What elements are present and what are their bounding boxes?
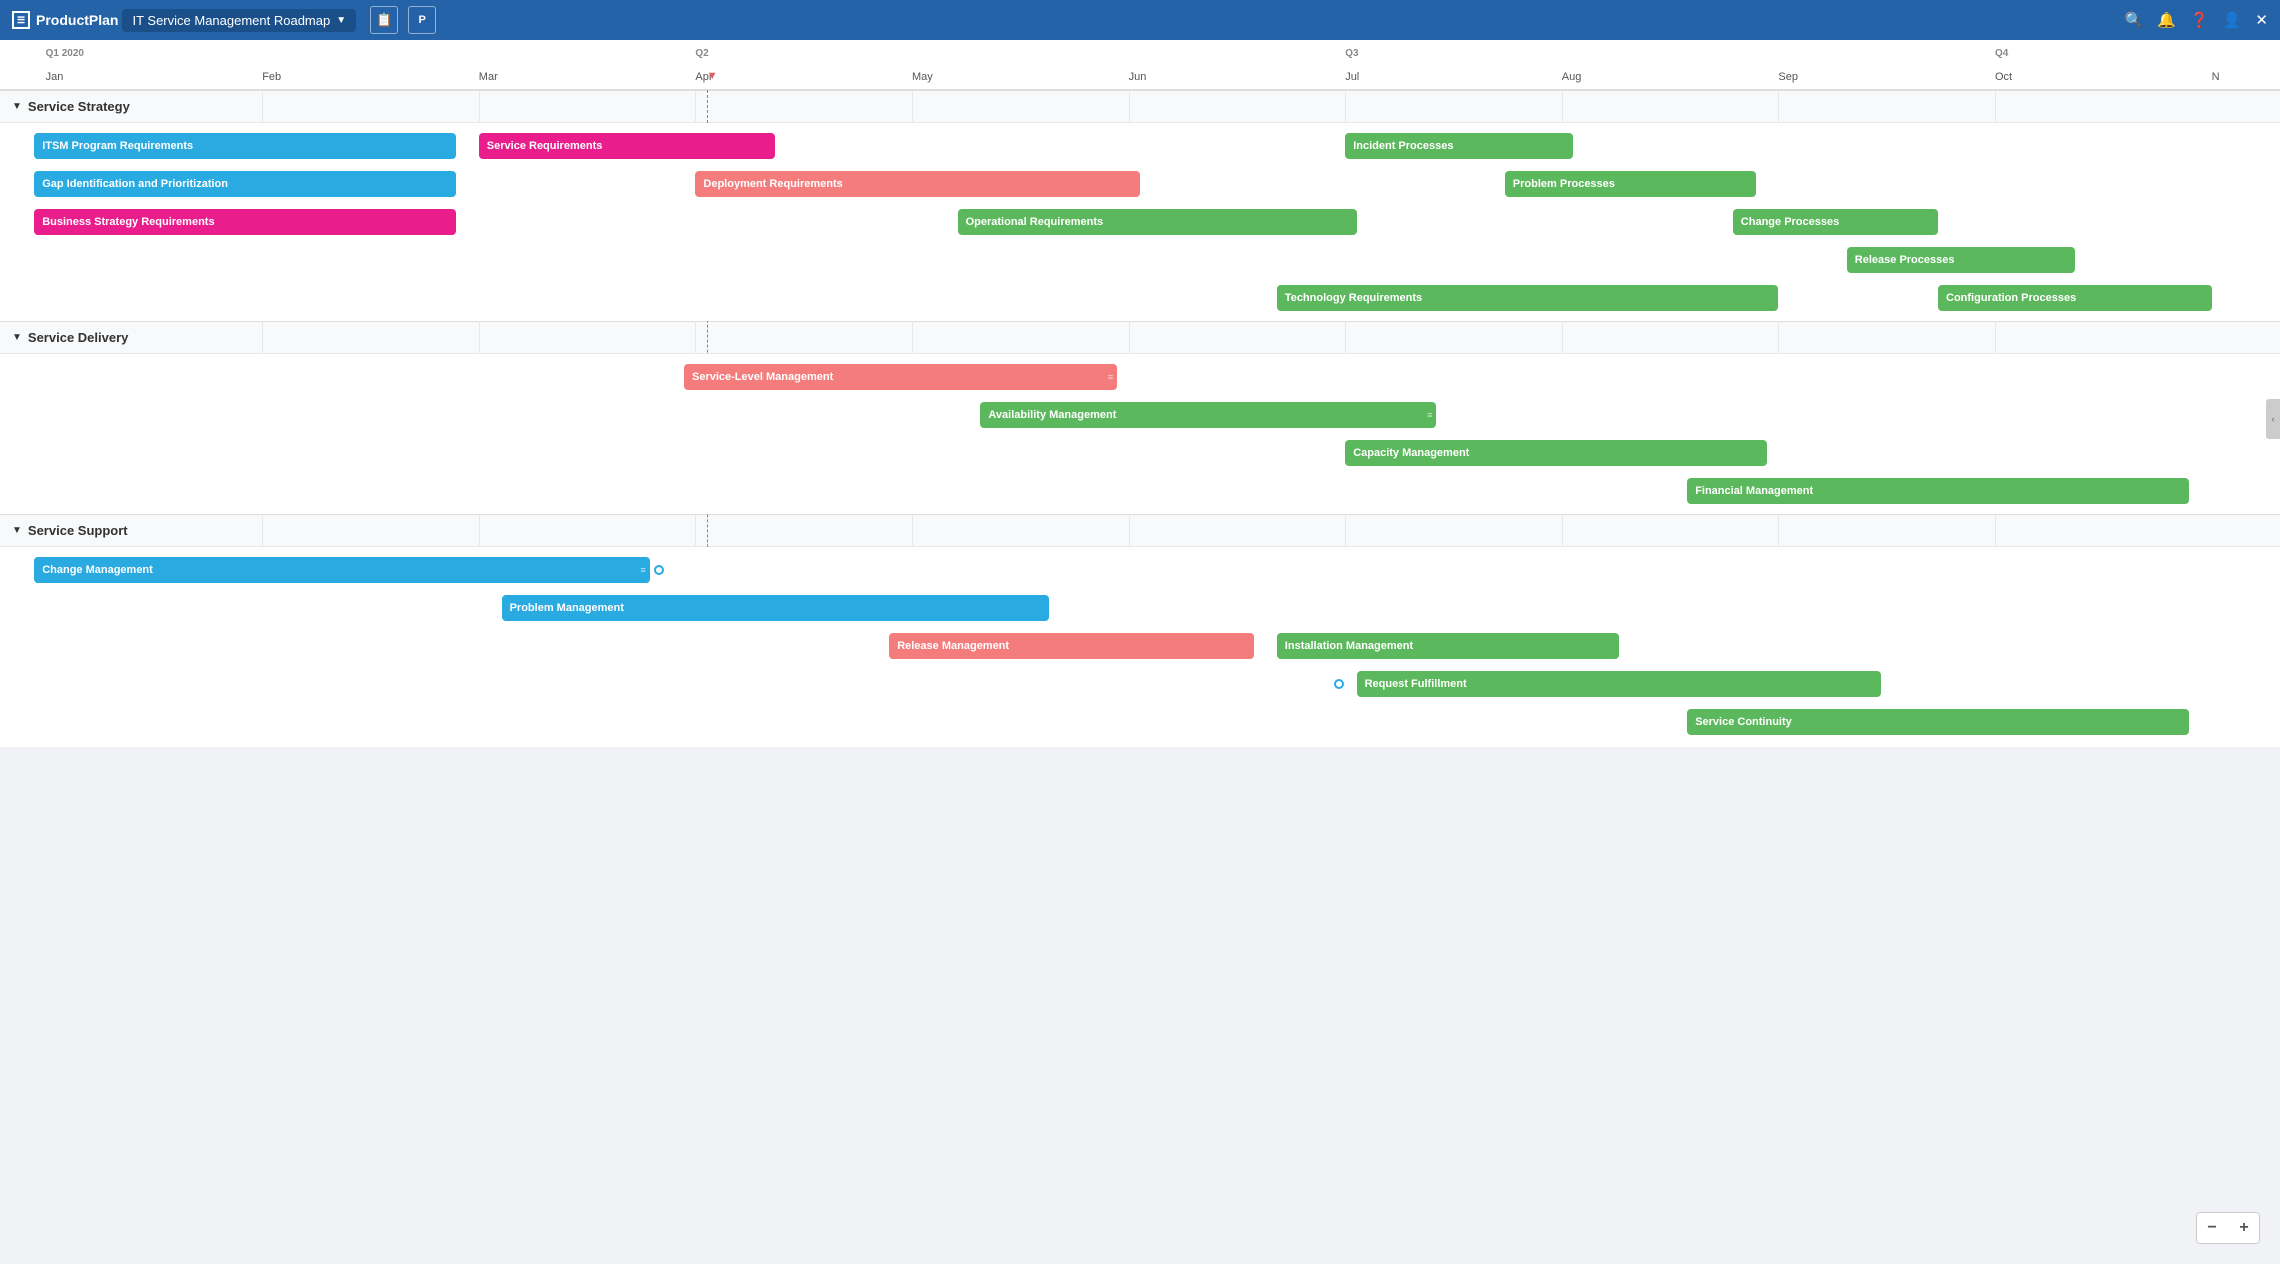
roadmap-body: ▼ Service Strategy ITSM Program Requirem… [0,90,2280,747]
section-service-strategy: ▼ Service Strategy ITSM Program Requirem… [0,90,2280,321]
support-row-2: Problem Management [0,589,2280,627]
section-strategy-body: ITSM Program Requirements Service Requir… [0,123,2280,321]
timeline-header: Q1 2020 Q2 Q3 Q4 Jan Feb Mar Apr May Jun… [0,40,2280,90]
month-feb: Feb [262,71,281,83]
drag-handle-avail: ≡ [1427,410,1432,420]
user-icon[interactable]: 👤 [2223,11,2242,29]
bar-problem-proc[interactable]: Problem Processes [1505,171,1756,197]
collapse-delivery-icon: ▼ [12,332,22,343]
search-icon[interactable]: 🔍 [2125,11,2144,29]
section-strategy-label: Service Strategy [28,99,130,114]
strategy-row-1: ITSM Program Requirements Service Requir… [0,127,2280,165]
bar-gap-id[interactable]: Gap Identification and Prioritization [34,171,456,197]
delivery-row-3: Capacity Management [0,434,2280,472]
zoom-out-button[interactable]: − [2197,1213,2227,1243]
bar-avail-mgmt[interactable]: Availability Management ≡ [980,402,1436,428]
bar-tech-req[interactable]: Technology Requirements [1277,285,1779,311]
section-support-label: Service Support [28,523,128,538]
bar-release-proc[interactable]: Release Processes [1847,247,2075,273]
month-jan: Jan [46,71,64,83]
month-jun: Jun [1129,71,1147,83]
bell-icon[interactable]: 🔔 [2157,11,2176,29]
bar-fin-mgmt[interactable]: Financial Management [1687,478,2189,504]
delivery-row-4: Financial Management [0,472,2280,510]
delivery-row-2: Availability Management ≡ [0,396,2280,434]
bar-incident-proc[interactable]: Incident Processes [1345,133,1573,159]
section-delivery-label: Service Delivery [28,330,128,345]
quarter-q1: Q1 2020 [46,48,84,59]
drag-handle-change: ≡ [641,565,646,575]
bar-deploy-req[interactable]: Deployment Requirements [695,171,1140,197]
bar-config-proc[interactable]: Configuration Processes [1938,285,2212,311]
bar-biz-strat[interactable]: Business Strategy Requirements [34,209,456,235]
bar-itsm-program[interactable]: ITSM Program Requirements [34,133,456,159]
support-row-5: Service Continuity [0,703,2280,741]
bar-change-mgmt[interactable]: Change Management ≡ [34,557,650,583]
delivery-row-1: Service-Level Management ≡ [0,358,2280,396]
section-support-body: Change Management ≡ Problem Management [0,547,2280,747]
quarter-q2: Q2 [695,48,708,59]
strategy-row-2: Gap Identification and Prioritization De… [0,165,2280,203]
zoom-controls: − + [2196,1212,2260,1244]
roadmap-title[interactable]: IT Service Management Roadmap ▼ [122,9,356,32]
month-aug: Aug [1562,71,1582,83]
bar-svc-cont[interactable]: Service Continuity [1687,709,2189,735]
title-text: IT Service Management Roadmap [132,13,330,28]
milestone-req-fulfill [1334,679,1344,689]
scroll-tab[interactable]: ‹ [2266,399,2280,439]
collapse-support-icon: ▼ [12,525,22,536]
main-content: Q1 2020 Q2 Q3 Q4 Jan Feb Mar Apr May Jun… [0,40,2280,747]
section-delivery-header[interactable]: ▼ Service Delivery [0,322,2280,354]
month-may: May [912,71,933,83]
bar-cap-mgmt[interactable]: Capacity Management [1345,440,1767,466]
bar-prob-mgmt[interactable]: Problem Management [502,595,1049,621]
zoom-in-button[interactable]: + [2229,1213,2259,1243]
month-sep: Sep [1778,71,1798,83]
quarter-q4: Q4 [1995,48,2008,59]
support-row-1: Change Management ≡ [0,551,2280,589]
navbar: ☰ ProductPlan IT Service Management Road… [0,0,2280,40]
today-marker-arrow: ▼ [707,70,718,82]
milestone-change-mgmt [654,565,664,575]
dropdown-arrow-icon: ▼ [336,15,346,26]
bar-slm[interactable]: Service-Level Management ≡ [684,364,1117,390]
brand[interactable]: ☰ ProductPlan [12,11,118,29]
bar-rel-mgmt[interactable]: Release Management [889,633,1254,659]
app-container: ☰ ProductPlan IT Service Management Road… [0,0,2280,747]
section-strategy-header[interactable]: ▼ Service Strategy [0,91,2280,123]
strategy-row-3: Business Strategy Requirements Operation… [0,203,2280,241]
bar-req-fulfill[interactable]: Request Fulfillment [1357,671,1881,697]
bar-service-req[interactable]: Service Requirements [479,133,775,159]
month-jul: Jul [1345,71,1359,83]
month-mar: Mar [479,71,498,83]
month-nov: N [2212,71,2220,83]
strategy-row-5: Technology Requirements Configuration Pr… [0,279,2280,317]
drag-handle-slm: ≡ [1108,372,1113,382]
bar-change-proc[interactable]: Change Processes [1733,209,1938,235]
section-support-header[interactable]: ▼ Service Support [0,515,2280,547]
section-delivery-body: Service-Level Management ≡ Availability … [0,354,2280,514]
section-service-support: ▼ Service Support Change Management ≡ [0,514,2280,747]
section-service-delivery: ▼ Service Delivery Service-Level Managem… [0,321,2280,514]
close-icon[interactable]: ✕ [2255,11,2268,29]
strategy-row-4: Release Processes [0,241,2280,279]
bar-op-req[interactable]: Operational Requirements [958,209,1357,235]
brand-icon: ☰ [12,11,30,29]
support-row-4: Request Fulfillment [0,665,2280,703]
brand-label: ProductPlan [36,12,118,28]
bar-install-mgmt[interactable]: Installation Management [1277,633,1619,659]
help-icon[interactable]: ❓ [2190,11,2209,29]
toolbar: 📋 P [370,6,436,34]
copy-button[interactable]: 📋 [370,6,398,34]
bookmark-button[interactable]: P [408,6,436,34]
month-oct: Oct [1995,71,2012,83]
nav-icons: 🔍 🔔 ❓ 👤 ✕ [2125,11,2268,29]
quarter-q3: Q3 [1345,48,1358,59]
support-row-3: Release Management Installation Manageme… [0,627,2280,665]
collapse-strategy-icon: ▼ [12,101,22,112]
